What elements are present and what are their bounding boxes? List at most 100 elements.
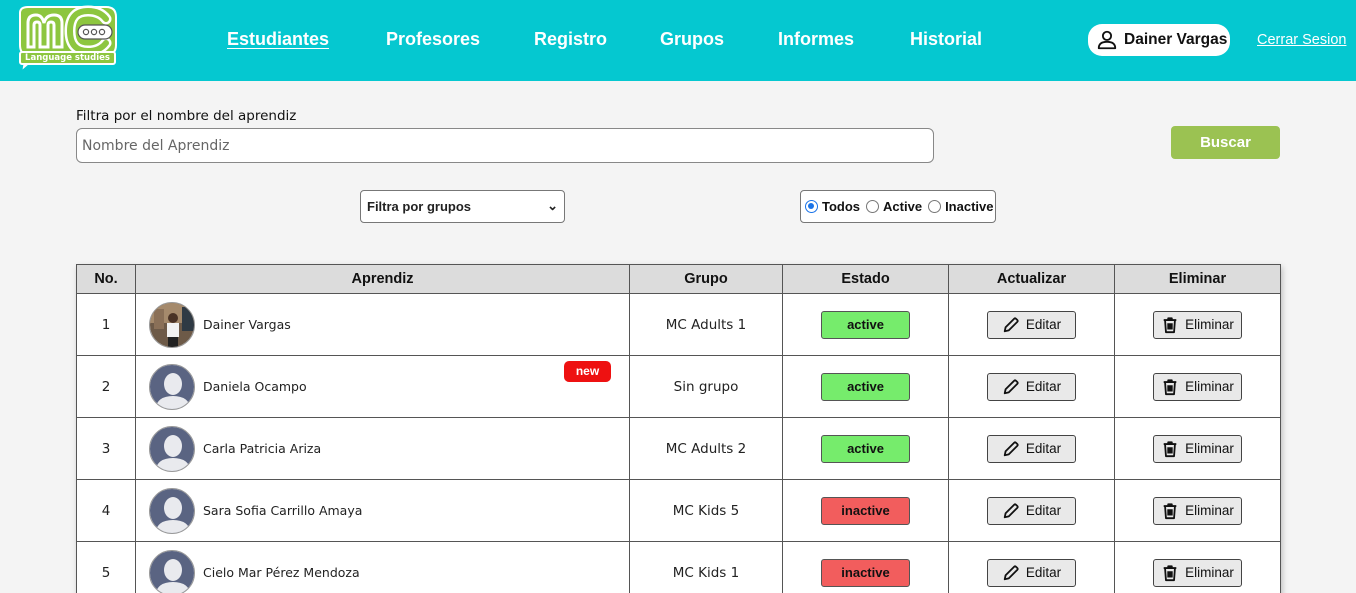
col-header-actualizar: Actualizar xyxy=(948,264,1115,294)
col-header-no: No. xyxy=(76,264,136,294)
radio-label: Active xyxy=(883,199,923,214)
trash-icon xyxy=(1161,502,1185,520)
status-radio-inactive[interactable]: Inactive xyxy=(928,199,993,214)
delete-label: Eliminar xyxy=(1185,503,1234,518)
user-icon xyxy=(1097,30,1117,50)
nav-grupos[interactable]: Grupos xyxy=(660,29,724,53)
top-navbar: Language studies Estudiantes Profesores … xyxy=(0,0,1356,81)
radio-unchecked-icon[interactable] xyxy=(928,200,942,213)
pencil-icon xyxy=(1002,440,1026,458)
name-filter-label: Filtra por el nombre del aprendiz xyxy=(76,108,297,124)
student-name: Daniela Ocampo xyxy=(203,379,307,394)
delete-cell: Eliminar xyxy=(1114,293,1281,356)
delete-button[interactable]: Eliminar xyxy=(1153,496,1242,525)
edit-button[interactable]: Editar xyxy=(987,496,1076,525)
col-header-eliminar: Eliminar xyxy=(1114,264,1281,294)
student-name: Carla Patricia Ariza xyxy=(203,441,322,456)
nav-profesores[interactable]: Profesores xyxy=(386,29,480,53)
delete-button[interactable]: Eliminar xyxy=(1153,310,1242,339)
trash-icon xyxy=(1161,316,1185,334)
edit-label: Editar xyxy=(1025,317,1062,332)
status-radio-todos[interactable]: Todos xyxy=(805,199,860,214)
delete-button[interactable]: Eliminar xyxy=(1153,558,1242,587)
pencil-icon xyxy=(1002,564,1026,582)
delete-button[interactable]: Eliminar xyxy=(1153,434,1242,463)
status-cell: inactive xyxy=(782,541,949,593)
edit-button[interactable]: Editar xyxy=(987,558,1076,587)
edit-cell: Editar xyxy=(948,355,1115,418)
nav-estudiantes[interactable]: Estudiantes xyxy=(227,29,329,53)
avatar xyxy=(149,363,195,410)
group-cell: MC Adults 2 xyxy=(629,417,783,480)
user-name: Dainer Vargas xyxy=(1124,31,1228,48)
radio-label: Inactive xyxy=(945,199,994,214)
search-button[interactable]: Buscar xyxy=(1171,126,1280,159)
pencil-icon xyxy=(1002,316,1026,334)
student-cell: Dainer Vargas xyxy=(135,293,630,356)
table-row: 1 Dainer Vargas MC Adults 1 active Edita… xyxy=(76,293,1281,356)
delete-label: Eliminar xyxy=(1185,379,1234,394)
status-badge: active xyxy=(821,434,910,463)
edit-label: Editar xyxy=(1025,441,1062,456)
status-cell: active xyxy=(782,417,949,480)
radio-unchecked-icon[interactable] xyxy=(866,200,880,213)
avatar xyxy=(149,549,195,593)
edit-cell: Editar xyxy=(948,417,1115,480)
group-cell: MC Adults 1 xyxy=(629,293,783,356)
edit-button[interactable]: Editar xyxy=(987,310,1076,339)
delete-label: Eliminar xyxy=(1185,565,1234,580)
status-filter-group: Todos Active Inactive xyxy=(800,190,996,223)
edit-cell: Editar xyxy=(948,479,1115,542)
edit-label: Editar xyxy=(1025,565,1062,580)
group-cell: Sin grupo xyxy=(629,355,783,418)
delete-label: Eliminar xyxy=(1185,317,1234,332)
group-filter-select[interactable]: Filtra por grupos ⌄ xyxy=(360,190,565,223)
table-row: 3 Carla Patricia Ariza MC Adults 2 activ… xyxy=(76,417,1281,480)
student-name: Dainer Vargas xyxy=(203,317,291,332)
status-cell: active xyxy=(782,293,949,356)
table-row: 5 Cielo Mar Pérez Mendoza MC Kids 1 inac… xyxy=(76,541,1281,593)
trash-icon xyxy=(1161,378,1185,396)
avatar xyxy=(149,487,195,534)
delete-label: Eliminar xyxy=(1185,441,1234,456)
row-number: 5 xyxy=(76,541,136,593)
nav-registro[interactable]: Registro xyxy=(534,29,607,53)
delete-cell: Eliminar xyxy=(1114,417,1281,480)
logout-link[interactable]: Cerrar Sesion xyxy=(1257,32,1346,48)
col-header-aprendiz: Aprendiz xyxy=(135,264,630,294)
status-badge: active xyxy=(821,310,910,339)
student-name: Cielo Mar Pérez Mendoza xyxy=(203,565,360,580)
delete-cell: Eliminar xyxy=(1114,541,1281,593)
edit-button[interactable]: Editar xyxy=(987,372,1076,401)
student-cell: Carla Patricia Ariza xyxy=(135,417,630,480)
edit-cell: Editar xyxy=(948,293,1115,356)
row-number: 4 xyxy=(76,479,136,542)
pencil-icon xyxy=(1002,502,1026,520)
col-header-grupo: Grupo xyxy=(629,264,783,294)
group-cell: MC Kids 5 xyxy=(629,479,783,542)
avatar xyxy=(149,425,195,472)
trash-icon xyxy=(1161,440,1185,458)
status-cell: active xyxy=(782,355,949,418)
delete-cell: Eliminar xyxy=(1114,479,1281,542)
pencil-icon xyxy=(1002,378,1026,396)
student-cell: Cielo Mar Pérez Mendoza xyxy=(135,541,630,593)
edit-button[interactable]: Editar xyxy=(987,434,1076,463)
radio-checked-icon[interactable] xyxy=(805,200,818,213)
status-badge: inactive xyxy=(821,558,910,587)
group-cell: MC Kids 1 xyxy=(629,541,783,593)
students-table: No. Aprendiz Grupo Estado Actualizar Eli… xyxy=(76,264,1281,593)
name-search-input[interactable] xyxy=(76,128,934,163)
student-cell: Daniela Ocampo new xyxy=(135,355,630,418)
nav-historial[interactable]: Historial xyxy=(910,29,982,53)
edit-cell: Editar xyxy=(948,541,1115,593)
new-badge: new xyxy=(564,361,611,382)
table-header-row: No. Aprendiz Grupo Estado Actualizar Eli… xyxy=(76,264,1281,294)
table-row: 4 Sara Sofia Carrillo Amaya MC Kids 5 in… xyxy=(76,479,1281,542)
status-badge: inactive xyxy=(821,496,910,525)
status-radio-active[interactable]: Active xyxy=(866,199,922,214)
delete-button[interactable]: Eliminar xyxy=(1153,372,1242,401)
col-header-estado: Estado xyxy=(782,264,949,294)
user-profile-button[interactable]: Dainer Vargas xyxy=(1088,24,1230,56)
nav-informes[interactable]: Informes xyxy=(778,29,854,53)
